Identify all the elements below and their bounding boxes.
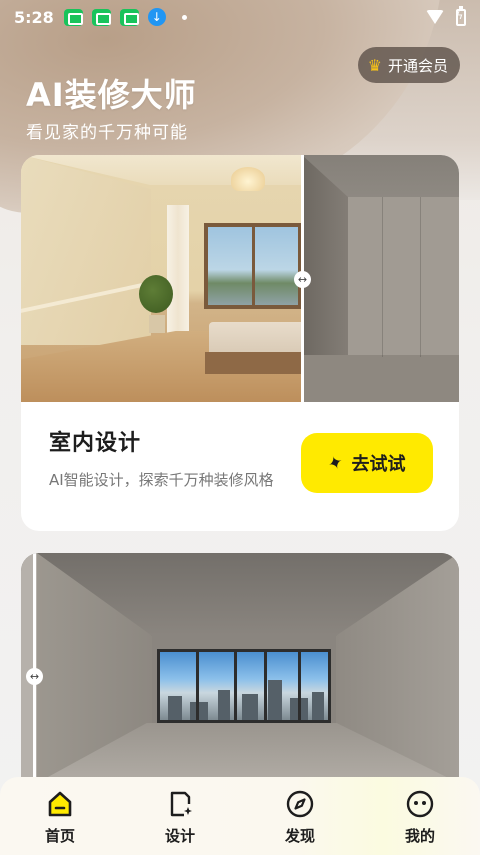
notification-app-icon [63,8,83,26]
home-icon [48,791,72,817]
nav-label: 首页 [44,827,75,845]
bed [201,322,302,388]
nav-label: 我的 [404,827,435,845]
potted-plant [139,275,173,335]
design-icon [170,791,192,817]
feature-card-preview[interactable]: ↔ [21,553,459,813]
download-icon: ↓ [147,8,166,26]
nav-item-profile[interactable]: 我的 [380,789,460,846]
battery-charging-icon [456,5,466,26]
nav-item-design[interactable]: 设计 [140,789,220,846]
nav-item-home[interactable]: 首页 [20,789,100,846]
try-button-label: 去试试 [351,454,406,475]
notification-app-icon [119,8,139,26]
nav-label: 设计 [164,827,195,845]
wifi-icon [426,10,444,24]
vip-label: 开通会员 [387,56,448,75]
status-time: 5:28 [14,7,54,27]
app-title: AI装修大师 [26,76,197,114]
profile-icon [406,790,434,818]
card-title: 室内设计 [49,431,142,456]
before-after-compare[interactable]: ↔ [21,155,459,402]
nav-label: 发现 [284,827,315,845]
magic-wand-icon: ✦ [325,450,347,476]
furnished-room-image [21,155,302,402]
compass-icon [286,790,314,818]
nav-item-discover[interactable]: 发现 [260,789,340,846]
compare-slider-handle[interactable]: ↔ [294,271,311,288]
city-view-window [157,649,331,723]
before-after-compare[interactable]: ↔ [21,553,459,783]
try-button[interactable]: ✦ 去试试 [301,433,433,493]
notification-app-icon [91,8,111,26]
ceiling-lamp [231,167,265,191]
status-bar: 5:28 ↓ [0,0,480,34]
card-description: AI智能设计，探索千万种装修风格 [49,471,274,489]
feature-card-interior-design[interactable]: ↔ 室内设计 AI智能设计，探索千万种装修风格 ✦ 去试试 [21,155,459,531]
concrete-room-image [302,155,459,402]
room-window [204,223,302,309]
card-info: 室内设计 AI智能设计，探索千万种装修风格 [49,425,299,492]
compare-slider-handle[interactable]: ↔ [26,668,43,685]
crown-icon: ♛ [367,55,382,75]
vip-button[interactable]: ♛ 开通会员 [357,47,460,83]
more-notifications-dot [181,14,187,20]
concrete-room-window-image [21,553,459,783]
bottom-navigation: 首页 设计 发现 我的 [0,777,480,855]
app-subtitle: 看见家的千万种可能 [26,123,188,143]
